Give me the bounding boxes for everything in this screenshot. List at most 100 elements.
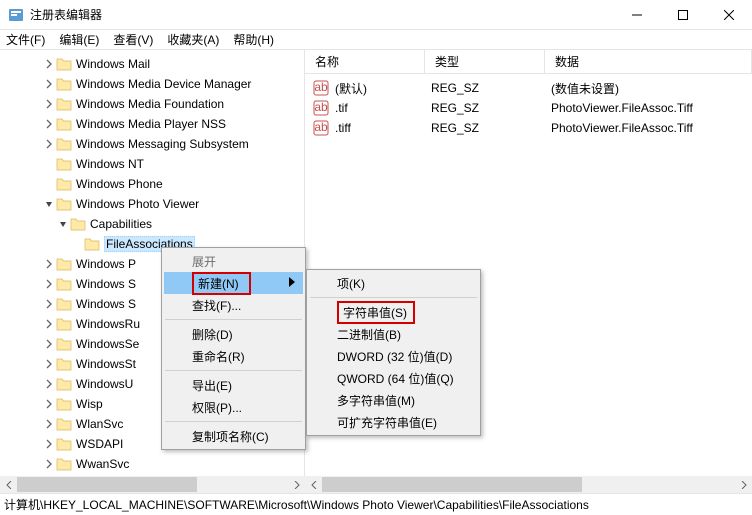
tree-node-label: Windows Media Device Manager [76,77,251,91]
tree-node[interactable]: Windows Media Device Manager [0,74,304,94]
value-row[interactable]: ab.tifREG_SZPhotoViewer.FileAssoc.Tiff [305,98,752,118]
tree-node[interactable]: Windows Phone [0,174,304,194]
expand-chevron-icon[interactable] [42,77,56,91]
ctx-new-dword[interactable]: DWORD (32 位)值(D) [309,345,478,367]
menu-file[interactable]: 文件(F) [6,31,45,48]
string-value-icon: ab [313,100,329,116]
col-data[interactable]: 数据 [545,50,752,73]
expand-chevron-icon[interactable] [42,397,56,411]
scroll-thumb[interactable] [322,477,582,492]
ctx-new-expandstring[interactable]: 可扩充字符串值(E) [309,411,478,433]
expand-chevron-icon[interactable] [42,137,56,151]
string-value-icon: ab [313,120,329,136]
expand-chevron-icon[interactable] [42,437,56,451]
tree-node-label: WwanSvc [76,457,129,471]
expand-chevron-icon[interactable] [42,377,56,391]
folder-icon [56,437,72,451]
tree-node[interactable]: Windows Messaging Subsystem [0,134,304,154]
expand-chevron-icon[interactable] [42,357,56,371]
minimize-button[interactable] [614,0,660,29]
ctx-rename[interactable]: 重命名(R) [164,345,303,367]
value-row[interactable]: ab(默认)REG_SZ(数值未设置) [305,78,752,98]
value-data: PhotoViewer.FileAssoc.Tiff [551,121,752,135]
col-type[interactable]: 类型 [425,50,545,73]
ctx-delete[interactable]: 删除(D) [164,323,303,345]
expand-chevron-icon[interactable] [42,317,56,331]
tree-node[interactable]: Windows Media Foundation [0,94,304,114]
folder-icon [56,457,72,471]
titlebar: 注册表编辑器 [0,0,752,30]
tree-node[interactable]: Windows Media Player NSS [0,114,304,134]
ctx-new-binary[interactable]: 二进制值(B) [309,323,478,345]
menu-view[interactable]: 查看(V) [113,31,153,48]
expand-chevron-icon[interactable] [42,257,56,271]
svg-text:ab: ab [314,80,328,94]
folder-icon [56,357,72,371]
value-data: PhotoViewer.FileAssoc.Tiff [551,101,752,115]
tree-node[interactable]: Windows Mail [0,54,304,74]
collapse-chevron-icon[interactable] [56,217,70,231]
expand-chevron-icon[interactable] [42,457,56,471]
ctx-export[interactable]: 导出(E) [164,374,303,396]
tree-node[interactable]: WwanSvc [0,454,304,474]
context-menu: 展开 新建(N) 查找(F)... 删除(D) 重命名(R) 导出(E) 权限(… [161,247,306,450]
list-hscroll[interactable] [305,476,752,493]
ctx-new-string-label: 字符串值(S) [337,301,415,324]
close-button[interactable] [706,0,752,29]
folder-icon [56,177,72,191]
value-row[interactable]: ab .tiffREG_SZPhotoViewer.FileAssoc.Tiff [305,118,752,138]
expand-chevron-icon[interactable] [42,57,56,71]
menubar: 文件(F) 编辑(E) 查看(V) 收藏夹(A) 帮助(H) [0,30,752,50]
ctx-permissions[interactable]: 权限(P)... [164,396,303,418]
ctx-new-key[interactable]: 项(K) [309,272,478,294]
folder-icon [56,137,72,151]
folder-icon [56,57,72,71]
scroll-thumb[interactable] [17,477,197,492]
folder-icon [56,337,72,351]
expand-chevron-icon[interactable] [42,297,56,311]
menu-edit[interactable]: 编辑(E) [59,31,99,48]
folder-icon [56,417,72,431]
scroll-right-icon[interactable] [288,476,305,493]
tree-node-label: WindowsRu [76,317,140,331]
expand-chevron-icon[interactable] [42,277,56,291]
menu-help[interactable]: 帮助(H) [233,31,274,48]
expand-chevron-icon[interactable] [42,97,56,111]
value-name: .tif [335,101,431,115]
value-type: REG_SZ [431,121,551,135]
ctx-new-string[interactable]: 字符串值(S) [309,301,478,323]
folder-icon [56,157,72,171]
col-name[interactable]: 名称 [305,50,425,73]
menu-favorites[interactable]: 收藏夹(A) [167,31,219,48]
folder-icon [56,117,72,131]
tree-node-label: WSDAPI [76,437,123,451]
value-name: (默认) [335,80,431,97]
tree-hscroll[interactable] [0,476,305,493]
folder-icon [56,297,72,311]
maximize-button[interactable] [660,0,706,29]
tree-node-label: WindowsSe [76,337,139,351]
expand-chevron-icon[interactable] [42,117,56,131]
folder-icon [56,77,72,91]
statusbar: 计算机\HKEY_LOCAL_MACHINE\SOFTWARE\Microsof… [0,493,752,515]
regedit-icon [8,7,24,23]
ctx-find[interactable]: 查找(F)... [164,294,303,316]
expand-chevron-icon[interactable] [42,337,56,351]
ctx-new[interactable]: 新建(N) [164,272,303,294]
scroll-left-icon[interactable] [305,476,322,493]
value-name: .tiff [335,121,431,135]
expand-chevron-icon[interactable] [42,417,56,431]
tree-node[interactable]: Windows NT [0,154,304,174]
tree-node[interactable]: Capabilities [0,214,304,234]
tree-node-label: Windows Messaging Subsystem [76,137,249,151]
ctx-new-multistring[interactable]: 多字符串值(M) [309,389,478,411]
collapse-chevron-icon[interactable] [42,197,56,211]
tree-node[interactable]: Windows Photo Viewer [0,194,304,214]
string-value-icon: ab [313,80,329,96]
tree-node-label: Windows Mail [76,57,150,71]
ctx-copykeyname[interactable]: 复制项名称(C) [164,425,303,447]
ctx-new-qword[interactable]: QWORD (64 位)值(Q) [309,367,478,389]
tree-node-label: WindowsSt [76,357,136,371]
scroll-left-icon[interactable] [0,476,17,493]
scroll-right-icon[interactable] [735,476,752,493]
